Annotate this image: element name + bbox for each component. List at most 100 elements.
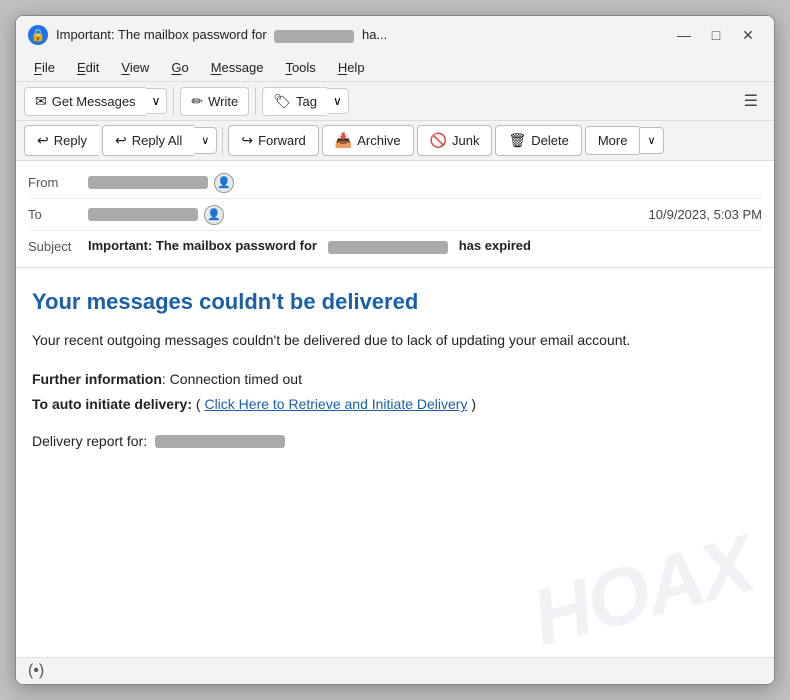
minimize-button[interactable]: — [670,24,698,46]
status-icon: (•) [28,662,44,680]
more-label: More [598,133,628,148]
subject-label: Subject [28,239,88,254]
tag-button[interactable]: 🏷 Tag [262,87,327,116]
close-button[interactable]: ✕ [734,24,762,46]
status-bar: (•) [16,657,774,684]
reply-all-icon: ↩ [115,132,127,149]
reply-all-dropdown[interactable]: ∨ [194,127,217,154]
subject-suffix: has expired [459,238,531,253]
menu-message[interactable]: Message [201,56,274,79]
reply-all-label: Reply All [132,133,183,148]
delivery-report-line: Delivery report for: [32,429,758,454]
window-controls: — □ ✕ [670,24,762,46]
maximize-button[interactable]: □ [702,24,730,46]
write-icon: ✏ [191,93,203,110]
menu-help[interactable]: Help [328,56,375,79]
to-row: To 👤 10/9/2023, 5:03 PM [28,199,762,231]
auto-initiate-line: To auto initiate delivery: ( Click Here … [32,392,758,417]
further-info-colon: : [162,371,170,387]
delete-label: Delete [531,133,569,148]
write-label: Write [208,94,238,109]
further-info-value: Connection timed out [170,371,302,387]
email-body: Your messages couldn't be delivered Your… [16,268,774,657]
from-row: From 👤 [28,167,762,199]
email-body-inner: Your messages couldn't be delivered Your… [32,288,758,455]
title-blurred [274,30,354,43]
archive-label: Archive [357,133,400,148]
toolbar: ✉ Get Messages ∨ ✏ Write 🏷 Tag ∨ ☰ [16,82,774,121]
menu-view[interactable]: View [111,56,159,79]
to-value: 👤 [88,205,649,225]
email-paragraph: Your recent outgoing messages couldn't b… [32,329,758,351]
get-messages-icon: ✉ [35,93,47,110]
write-button[interactable]: ✏ Write [180,87,249,116]
forward-icon: ↪ [241,132,253,149]
title-bar-left: 🔒 Important: The mailbox password for ha… [28,25,387,45]
tag-label: Tag [296,94,317,109]
forward-button[interactable]: ↪ Forward [228,125,318,156]
subject-value: Important: The mailbox password for has … [88,238,762,253]
action-sep-1 [222,127,223,155]
auto-initiate-prefix: ( [196,396,201,412]
get-messages-label: Get Messages [52,94,136,109]
email-header: From 👤 To 👤 10/9/2023, 5:03 PM Subject I… [16,161,774,268]
reply-all-group: ↩ Reply All ∨ [102,125,217,156]
further-info-label: Further information [32,371,162,387]
get-messages-button[interactable]: ✉ Get Messages [24,87,146,116]
further-info-line: Further information: Connection timed ou… [32,367,758,392]
menu-bar: File Edit View Go Message Tools Help [16,54,774,82]
from-contact-icon[interactable]: 👤 [214,173,234,193]
auto-initiate-label: To auto initiate delivery: [32,396,192,412]
retrieve-delivery-link[interactable]: Click Here to Retrieve and Initiate Deli… [204,396,467,412]
reply-icon: ↩ [37,132,49,149]
delete-button[interactable]: 🗑 Delete [495,125,581,156]
tag-dropdown[interactable]: ∨ [327,88,349,114]
to-email-blurred [88,208,198,221]
reply-all-button[interactable]: ↩ Reply All [102,125,194,156]
email-headline: Your messages couldn't be delivered [32,288,758,317]
reply-group: ↩ Reply [24,125,99,156]
action-bar: ↩ Reply ↩ Reply All ∨ ↪ Forward 📥 Archiv… [16,121,774,161]
to-contact-icon[interactable]: 👤 [204,205,224,225]
from-label: From [28,175,88,190]
tag-icon: 🏷 [273,93,291,110]
hamburger-menu[interactable]: ☰ [736,86,766,116]
delete-icon: 🗑 [508,132,526,149]
title-bar: 🔒 Important: The mailbox password for ha… [16,16,774,54]
window-title: Important: The mailbox password for ha..… [56,27,387,42]
to-label: To [28,207,88,222]
menu-edit[interactable]: Edit [67,56,109,79]
junk-label: Junk [452,133,479,148]
more-group: More ∨ [585,126,664,155]
subject-prefix: Important: The mailbox password for [88,238,317,253]
email-timestamp: 10/9/2023, 5:03 PM [649,207,762,222]
junk-button[interactable]: 🚫 Junk [417,125,493,156]
from-email-blurred [88,176,208,189]
toolbar-sep-1 [173,87,174,115]
from-value: 👤 [88,173,762,193]
menu-tools[interactable]: Tools [275,56,325,79]
menu-file[interactable]: File [24,56,65,79]
get-messages-dropdown[interactable]: ∨ [146,88,168,114]
delivery-report-label: Delivery report for: [32,429,147,454]
delivery-email-blurred [155,435,285,448]
junk-icon: 🚫 [430,132,447,149]
app-icon: 🔒 [28,25,48,45]
watermark: HOAX [523,518,762,657]
toolbar-sep-2 [255,87,256,115]
archive-icon: 📥 [335,132,352,149]
archive-button[interactable]: 📥 Archive [322,125,414,156]
subject-blurred [328,241,448,254]
title-suffix: ha... [362,27,387,42]
menu-go[interactable]: Go [161,56,198,79]
get-messages-group: ✉ Get Messages ∨ [24,87,167,116]
reply-button[interactable]: ↩ Reply [24,125,99,156]
email-window: 🔒 Important: The mailbox password for ha… [15,15,775,685]
tag-group: 🏷 Tag ∨ [262,87,349,116]
forward-label: Forward [258,133,306,148]
more-button[interactable]: More [585,126,640,155]
auto-initiate-suffix: ) [471,396,476,412]
subject-row: Subject Important: The mailbox password … [28,231,762,261]
reply-label: Reply [54,133,87,148]
more-dropdown[interactable]: ∨ [639,127,663,154]
